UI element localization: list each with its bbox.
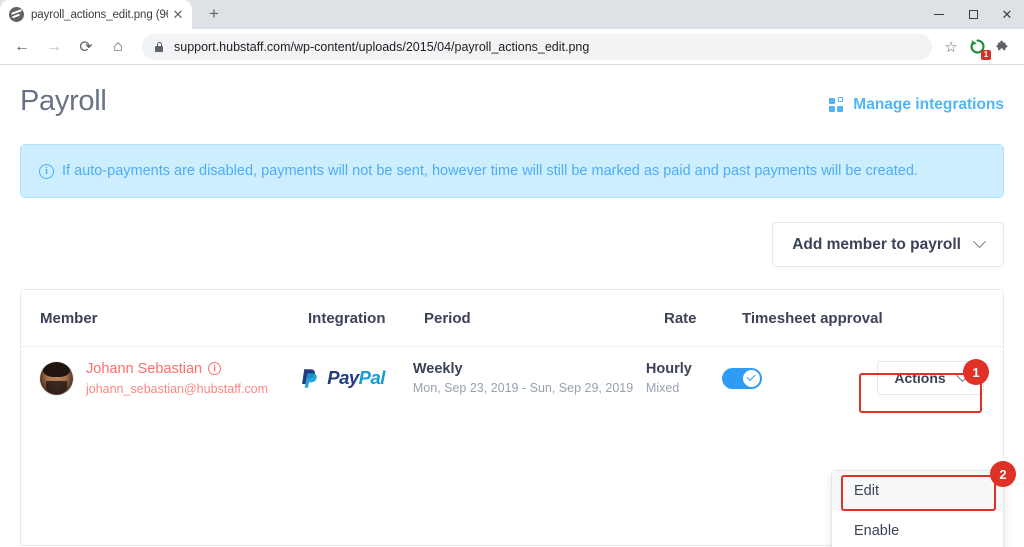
paypal-pay-text: Pay [327, 367, 359, 388]
forward-icon[interactable]: → [40, 33, 68, 61]
rate-primary: Hourly [645, 361, 692, 377]
bookmark-star-icon[interactable]: ☆ [938, 34, 964, 60]
browser-toolbar: ← → ⟳ ⌂ support.hubstaff.com/wp-content/… [0, 29, 1024, 65]
chevron-down-icon [973, 235, 986, 249]
rate-secondary: Mixed [645, 381, 680, 395]
info-banner: i If auto-payments are disabled, payment… [20, 144, 1004, 198]
member-name[interactable]: Johann Sebastian i [86, 361, 268, 377]
paypal-logo: PayPal [300, 366, 413, 390]
close-icon: ✕ [1001, 7, 1013, 22]
integration-cell: PayPal [300, 366, 413, 390]
update-badge-count: 1 [981, 49, 991, 60]
actions-dropdown-menu: Edit Enable Delete 2 [831, 461, 1016, 547]
avatar [40, 361, 73, 395]
member-name-label: Johann Sebastian [86, 360, 203, 377]
column-header-timesheet-approval: Timesheet approval [742, 309, 883, 327]
browser-window: payroll_actions_edit.png (963×45 ✕ + ✕ ←… [0, 0, 1024, 547]
page-content: Payroll Manage integrations i If auto-pa… [0, 65, 1024, 547]
maximize-button[interactable] [956, 0, 990, 29]
timesheet-approval-cell [721, 367, 877, 389]
globe-icon [9, 7, 24, 22]
annotation-highlight-edit [841, 475, 996, 511]
add-member-label: Add member to payroll [792, 235, 961, 253]
column-header-integration: Integration [308, 309, 386, 327]
manage-integrations-link[interactable]: Manage integrations [829, 96, 1004, 114]
period-range: Mon, Sep 23, 2019 - Sun, Sep 29, 2019 [412, 381, 634, 395]
paypal-pal-text: Pal [358, 367, 386, 388]
back-icon[interactable]: ← [8, 33, 36, 61]
info-banner-text: If auto-payments are disabled, payments … [62, 163, 918, 179]
check-icon [742, 369, 760, 387]
column-header-member: Member [40, 309, 98, 327]
table-row: Johann Sebastian i johann_sebastian@hubs… [21, 347, 1003, 413]
info-icon: i [39, 163, 54, 179]
toolbar-icon-group: ☆ 1 [938, 34, 1016, 60]
page-title: Payroll [20, 85, 107, 117]
close-icon[interactable]: ✕ [170, 7, 186, 23]
url-text: support.hubstaff.com/wp-content/uploads/… [174, 39, 590, 54]
manage-integrations-label: Manage integrations [853, 96, 1004, 113]
browser-tab[interactable]: payroll_actions_edit.png (963×45 ✕ [0, 0, 192, 29]
reload-icon[interactable]: ⟳ [72, 33, 100, 61]
member-cell: Johann Sebastian i johann_sebastian@hubs… [40, 361, 300, 396]
close-window-button[interactable]: ✕ [990, 0, 1024, 29]
page-header: Payroll Manage integrations [20, 65, 1004, 118]
period-cell: Weekly Mon, Sep 23, 2019 - Sun, Sep 29, … [413, 361, 646, 395]
new-tab-button[interactable]: + [200, 0, 228, 28]
home-icon[interactable]: ⌂ [104, 33, 132, 61]
actions-cell: Actions 1 [859, 359, 990, 413]
lock-icon [152, 40, 166, 54]
add-member-to-payroll-button[interactable]: Add member to payroll [772, 222, 1004, 267]
integrations-grid-icon [829, 96, 846, 114]
extensions-puzzle-icon[interactable] [990, 34, 1016, 60]
rate-cell: Hourly Mixed [646, 361, 722, 395]
column-header-rate: Rate [664, 309, 697, 327]
menu-item-enable[interactable]: Enable [832, 511, 1003, 547]
table-header-row: Member Integration Period Rate Timesheet… [21, 290, 1003, 347]
period-primary: Weekly [412, 361, 463, 377]
info-icon[interactable]: i [208, 362, 222, 375]
timesheet-approval-toggle[interactable] [721, 367, 762, 389]
paypal-mark-icon [300, 366, 322, 390]
column-header-period: Period [424, 309, 471, 327]
annotation-highlight-actions [859, 373, 983, 413]
minimize-button[interactable] [922, 0, 956, 29]
annotation-badge-2: 2 [990, 461, 1016, 487]
annotation-badge-1: 1 [963, 359, 990, 385]
tab-strip: payroll_actions_edit.png (963×45 ✕ + ✕ [0, 0, 1024, 29]
table-toolbar: Add member to payroll [20, 222, 1004, 267]
update-refresh-icon[interactable]: 1 [964, 34, 991, 60]
paypal-wordmark: PayPal [327, 367, 385, 389]
address-bar[interactable]: support.hubstaff.com/wp-content/uploads/… [142, 33, 932, 60]
member-email: johann_sebastian@hubstaff.com [86, 381, 269, 396]
tab-title: payroll_actions_edit.png (963×45 [31, 8, 168, 21]
window-controls: ✕ [922, 0, 1024, 29]
